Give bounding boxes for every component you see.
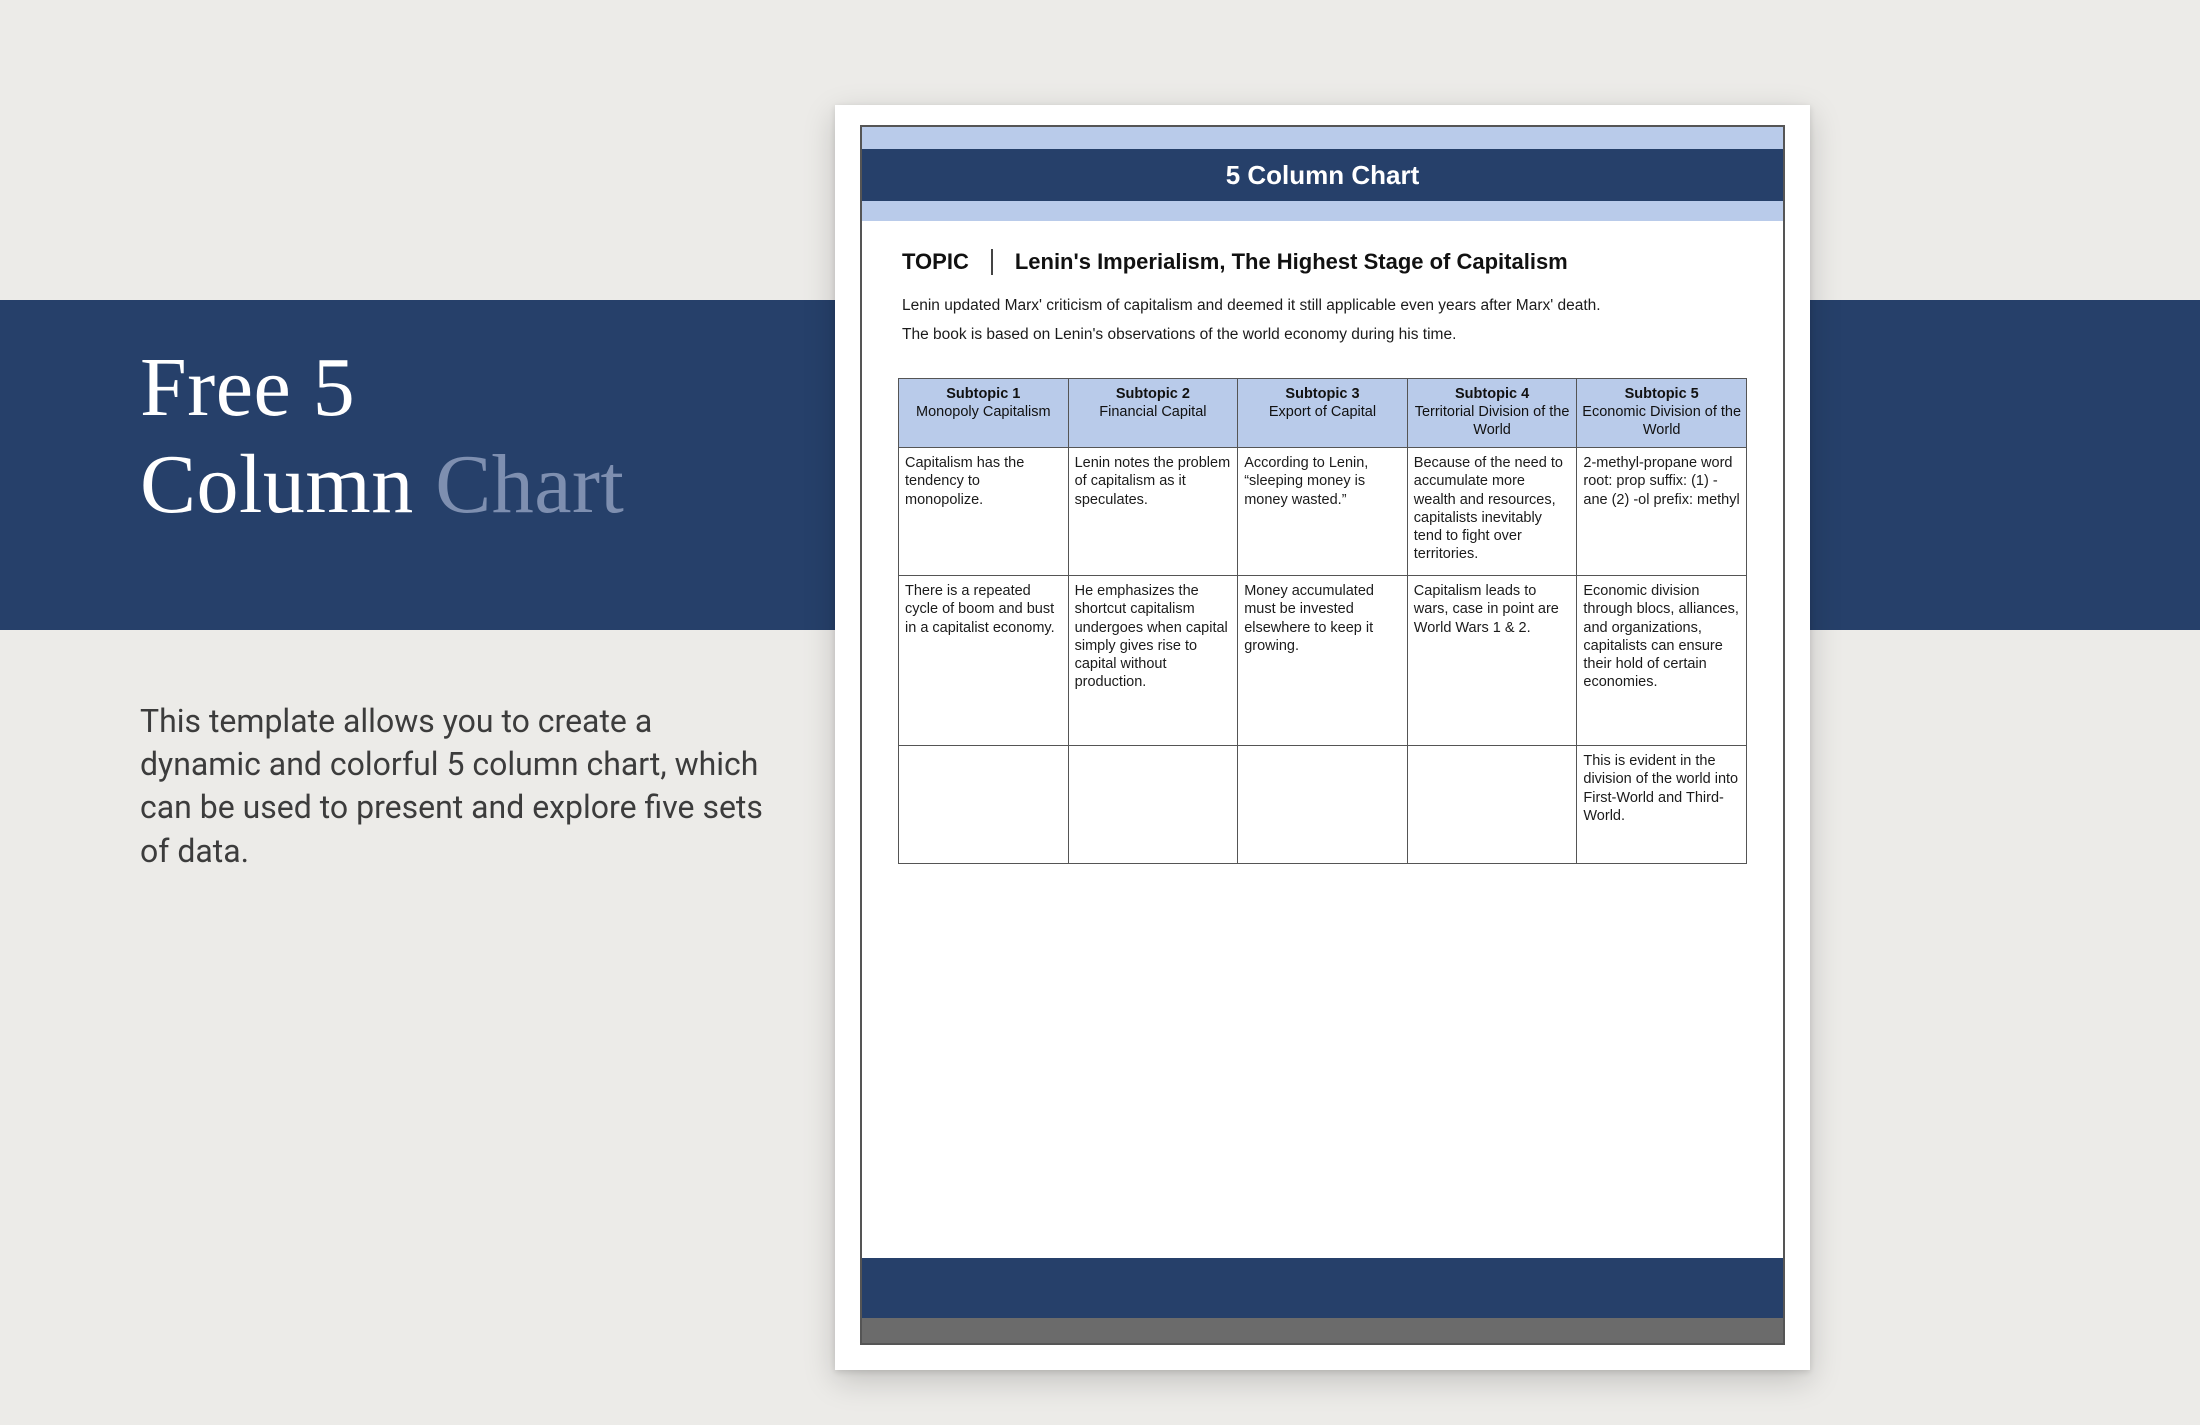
- table-cell: [1068, 746, 1238, 864]
- table-cell: This is evident in the division of the w…: [1577, 746, 1747, 864]
- table-row: Capitalism has the tendency to monopoliz…: [899, 448, 1747, 576]
- hero-title-line2b: Chart: [435, 438, 624, 531]
- footer-band-dark: [862, 1258, 1783, 1318]
- table-cell: Lenin notes the problem of capitalism as…: [1068, 448, 1238, 576]
- header-band-dark: 5 Column Chart: [862, 149, 1783, 201]
- topic-row: TOPIC Lenin's Imperialism, The Highest S…: [862, 221, 1783, 281]
- table-cell: Economic division through blocs, allianc…: [1577, 576, 1747, 746]
- col-header-3: Subtopic 3Export of Capital: [1238, 378, 1408, 447]
- table-cell: [1238, 746, 1408, 864]
- table-cell: Capitalism leads to wars, case in point …: [1407, 576, 1577, 746]
- table-cell: 2-methyl-propane word root: prop suffix:…: [1577, 448, 1747, 576]
- document-page: 5 Column Chart TOPIC Lenin's Imperialism…: [860, 125, 1785, 1345]
- table-row: There is a repeated cycle of boom and bu…: [899, 576, 1747, 746]
- intro-paragraph-2: The book is based on Lenin's observation…: [902, 320, 1743, 349]
- col-header-4: Subtopic 4Territorial Division of the Wo…: [1407, 378, 1577, 447]
- table-cell: [899, 746, 1069, 864]
- hero-description: This template allows you to create a dyn…: [140, 700, 770, 873]
- table-cell: Because of the need to accumulate more w…: [1407, 448, 1577, 576]
- five-column-table: Subtopic 1Monopoly Capitalism Subtopic 2…: [898, 378, 1747, 864]
- table-cell: Capitalism has the tendency to monopoliz…: [899, 448, 1069, 576]
- hero-title-line1: Free 5: [140, 341, 355, 434]
- header-band-light-2: [862, 201, 1783, 221]
- table-row: This is evident in the division of the w…: [899, 746, 1747, 864]
- table-header-row: Subtopic 1Monopoly Capitalism Subtopic 2…: [899, 378, 1747, 447]
- hero-title: Free 5 Column Chart: [140, 340, 624, 533]
- col-header-1: Subtopic 1Monopoly Capitalism: [899, 378, 1069, 447]
- table-cell: There is a repeated cycle of boom and bu…: [899, 576, 1069, 746]
- intro-paragraph-1: Lenin updated Marx' criticism of capital…: [902, 291, 1743, 320]
- table-cell: Money accumulated must be invested elsew…: [1238, 576, 1408, 746]
- topic-label: TOPIC: [902, 249, 993, 275]
- hero-title-line2a: Column: [140, 438, 435, 531]
- col-header-5: Subtopic 5Economic Division of the World: [1577, 378, 1747, 447]
- intro-text: Lenin updated Marx' criticism of capital…: [862, 281, 1783, 350]
- table-cell: [1407, 746, 1577, 864]
- footer-band-gray: [862, 1318, 1783, 1343]
- header-band-light: [862, 127, 1783, 149]
- topic-title: Lenin's Imperialism, The Highest Stage o…: [1015, 249, 1568, 275]
- table-cell: He emphasizes the shortcut capitalism un…: [1068, 576, 1238, 746]
- document-title: 5 Column Chart: [1226, 160, 1420, 191]
- col-header-2: Subtopic 2Financial Capital: [1068, 378, 1238, 447]
- document-preview: 5 Column Chart TOPIC Lenin's Imperialism…: [835, 105, 1810, 1370]
- table-cell: According to Lenin, “sleeping money is m…: [1238, 448, 1408, 576]
